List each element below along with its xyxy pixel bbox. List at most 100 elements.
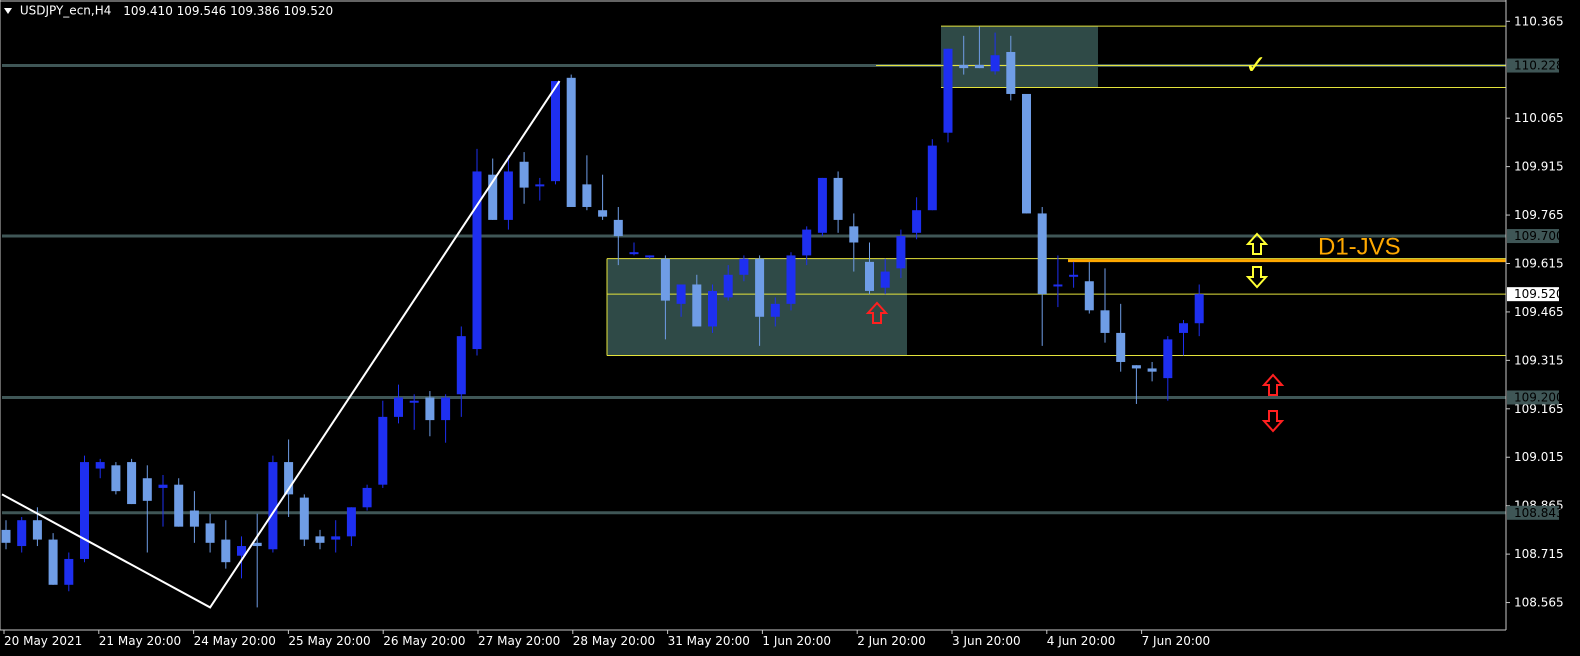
x-tick-label-1: 21 May 20:00 bbox=[99, 634, 181, 648]
y-tick-label-3: 109.765 bbox=[1514, 208, 1564, 222]
x-tick-label-12: 7 Jun 20:00 bbox=[1142, 634, 1211, 648]
candle-body-26 bbox=[409, 400, 419, 403]
checkmark-icon: ✓ bbox=[1245, 51, 1267, 81]
symbol-label: USDJPY_ecn,H4 bbox=[19, 3, 112, 18]
x-tick-label-3: 25 May 20:00 bbox=[288, 634, 370, 648]
candle-body-73 bbox=[1147, 368, 1157, 372]
candle-body-76 bbox=[1194, 294, 1204, 324]
candle-body-9 bbox=[142, 478, 152, 501]
candle-body-57 bbox=[896, 236, 906, 269]
y-tick-label-1: 110.065 bbox=[1514, 111, 1564, 125]
candle-body-48 bbox=[755, 258, 765, 317]
candle-body-47 bbox=[739, 258, 749, 275]
candle-body-0 bbox=[1, 529, 11, 543]
candle-body-45 bbox=[708, 290, 717, 327]
candle-body-21 bbox=[331, 536, 341, 540]
candle-body-72 bbox=[1131, 365, 1141, 369]
candle-body-63 bbox=[990, 55, 1000, 72]
candle-body-12 bbox=[189, 510, 199, 527]
y-tick-label-10: 108.715 bbox=[1514, 547, 1564, 561]
chart-header: USDJPY_ecn,H4 109.410 109.546 109.386 10… bbox=[4, 3, 333, 18]
x-tick-label-2: 24 May 20:00 bbox=[194, 634, 276, 648]
candle-body-13 bbox=[205, 523, 215, 543]
candle-body-27 bbox=[425, 397, 435, 421]
candle-body-28 bbox=[441, 397, 451, 421]
candle-body-54 bbox=[849, 226, 859, 243]
candle-body-71 bbox=[1116, 332, 1126, 362]
candle-body-3 bbox=[48, 539, 58, 585]
candle-body-33 bbox=[519, 161, 529, 188]
candle-body-40 bbox=[629, 252, 639, 255]
x-tick-label-4: 26 May 20:00 bbox=[383, 634, 465, 648]
candle-body-41 bbox=[645, 255, 655, 258]
candle-body-52 bbox=[817, 177, 827, 233]
x-tick-label-11: 4 Jun 20:00 bbox=[1047, 634, 1116, 648]
y-tick-label-2: 109.915 bbox=[1514, 160, 1564, 174]
candle-body-16 bbox=[252, 542, 262, 547]
level-price-label-1: 109.700 bbox=[1514, 229, 1564, 243]
candle-body-22 bbox=[346, 507, 356, 537]
x-tick-label-5: 27 May 20:00 bbox=[478, 634, 560, 648]
x-tick-label-8: 1 Jun 20:00 bbox=[762, 634, 831, 648]
dropdown-triangle-icon[interactable] bbox=[4, 7, 12, 14]
top-zone bbox=[941, 26, 1098, 88]
y-tick-label-4: 109.615 bbox=[1514, 256, 1564, 270]
ohlc-values: 109.410 109.546 109.386 109.520 bbox=[123, 3, 334, 18]
level-price-label-3: 108.843 bbox=[1514, 506, 1564, 520]
candle-body-38 bbox=[598, 210, 608, 217]
y-tick-label-8: 109.015 bbox=[1514, 450, 1564, 464]
candle-body-56 bbox=[880, 271, 890, 288]
candle-body-32 bbox=[503, 171, 513, 220]
y-tick-label-6: 109.315 bbox=[1514, 353, 1564, 367]
candle-body-64 bbox=[1006, 51, 1016, 94]
candle-body-43 bbox=[676, 284, 686, 304]
candle-body-68 bbox=[1069, 274, 1079, 277]
candle-body-70 bbox=[1100, 310, 1110, 333]
candle-body-1 bbox=[17, 520, 27, 547]
level-price-label-2: 109.200 bbox=[1514, 391, 1564, 405]
candle-body-8 bbox=[127, 462, 137, 505]
candle-body-42 bbox=[660, 258, 670, 301]
candle-body-62 bbox=[974, 64, 984, 69]
price-chart[interactable]: ✓ D1-JVS 110.365 110.065 109.915 109.765 109.… bbox=[0, 0, 1580, 656]
d1-jvs-label: D1-JVS bbox=[1318, 234, 1401, 261]
candle-body-2 bbox=[32, 520, 42, 540]
y-tick-label-5: 109.465 bbox=[1514, 305, 1564, 319]
y-tick-label-0: 110.365 bbox=[1514, 14, 1564, 28]
candle-body-25 bbox=[394, 397, 403, 417]
level-price-label-0: 110.228 bbox=[1514, 59, 1564, 73]
candle-body-24 bbox=[378, 416, 388, 485]
candle-body-30 bbox=[472, 171, 482, 350]
candle-body-59 bbox=[927, 145, 937, 211]
x-tick-label-9: 2 Jun 20:00 bbox=[857, 634, 926, 648]
candle-body-50 bbox=[786, 255, 796, 304]
candle-body-39 bbox=[613, 219, 623, 237]
candle-body-60 bbox=[943, 48, 953, 133]
candle-body-17 bbox=[268, 462, 278, 550]
candle-body-51 bbox=[802, 229, 812, 256]
candle-body-34 bbox=[535, 184, 545, 187]
candle-body-29 bbox=[456, 336, 466, 395]
candle-body-5 bbox=[80, 462, 89, 559]
candle-body-35 bbox=[551, 81, 560, 182]
candle-body-7 bbox=[111, 465, 121, 492]
candle-body-20 bbox=[315, 536, 325, 543]
candle-body-44 bbox=[692, 284, 702, 327]
candle-body-55 bbox=[865, 261, 874, 291]
candle-body-11 bbox=[174, 484, 184, 527]
x-tick-label-0: 20 May 2021 bbox=[4, 634, 82, 648]
candle-body-10 bbox=[158, 484, 168, 488]
candle-body-53 bbox=[833, 177, 843, 220]
x-tick-label-7: 31 May 20:00 bbox=[668, 634, 750, 648]
x-tick-label-6: 28 May 20:00 bbox=[573, 634, 655, 648]
candle-body-4 bbox=[64, 558, 74, 585]
current-price-label: 109.520 bbox=[1514, 287, 1564, 301]
candle-body-36 bbox=[566, 77, 576, 207]
candle-body-65 bbox=[1022, 93, 1031, 214]
candle-body-69 bbox=[1084, 281, 1094, 311]
candle-body-67 bbox=[1053, 284, 1063, 287]
candle-body-37 bbox=[582, 184, 592, 207]
candle-body-46 bbox=[723, 274, 733, 298]
candle-body-6 bbox=[95, 462, 105, 469]
candle-body-75 bbox=[1179, 323, 1188, 333]
